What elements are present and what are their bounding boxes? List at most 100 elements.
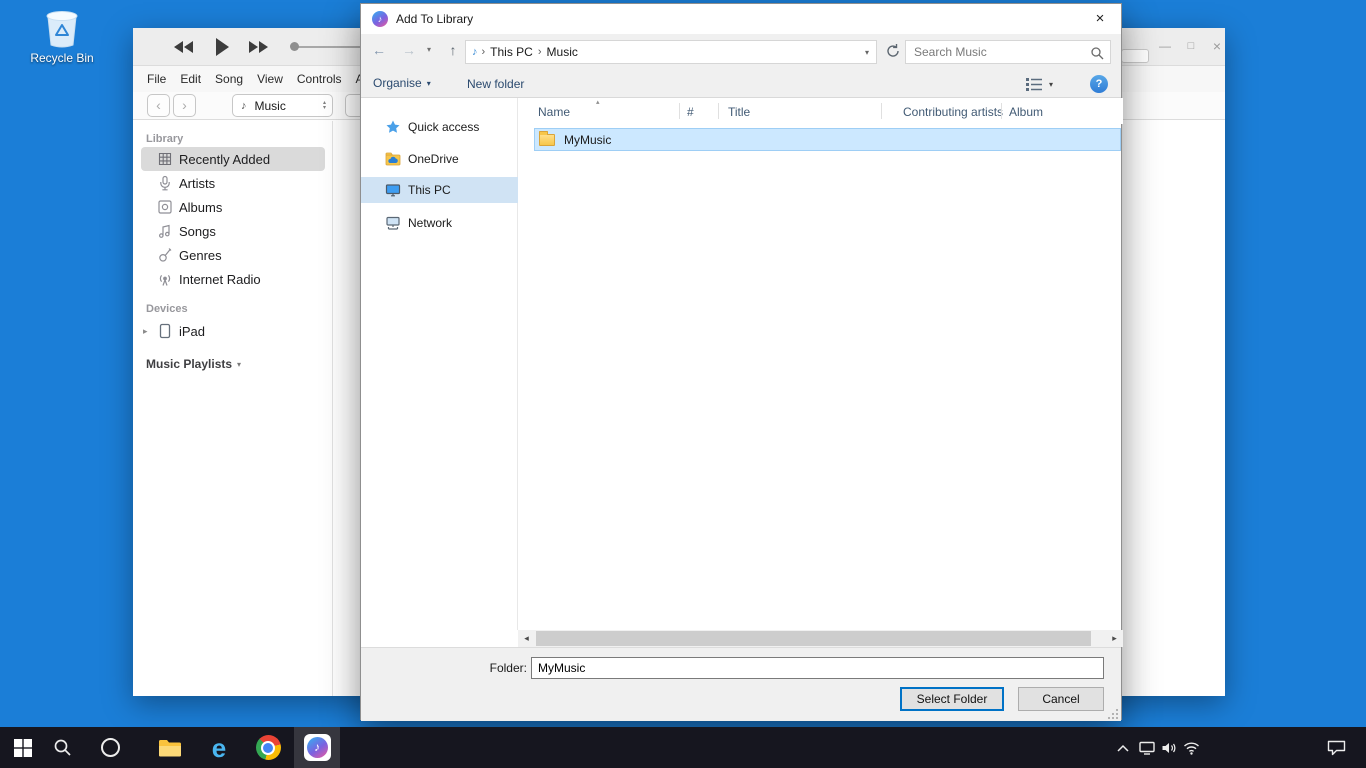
itunes-search-field-fragment[interactable] [1121,49,1149,63]
column-divider[interactable] [718,103,719,119]
view-dropdown-icon[interactable]: ▾ [1049,80,1053,89]
itunes-close-button[interactable]: × [1206,28,1228,65]
place-quick-access[interactable]: Quick access [361,114,518,140]
file-explorer-icon [158,738,182,758]
sidebar-item-label: Albums [179,200,222,215]
recent-locations-dropdown[interactable]: ▾ [423,45,435,54]
sort-ascending-icon: ▴ [596,98,600,106]
tray-network-button[interactable] [1180,727,1202,768]
chrome-button[interactable] [245,727,291,768]
change-view-button[interactable] [1025,77,1043,91]
scrollbar-thumb[interactable] [536,631,1091,646]
ipad-icon [157,323,173,339]
menu-item-controls[interactable]: Controls [297,72,342,86]
fast-forward-button[interactable] [248,40,270,54]
scroll-left-button[interactable]: ◂ [518,630,535,647]
horizontal-scrollbar[interactable]: ◂ ▸ [518,630,1123,647]
address-bar[interactable]: ♪ › This PC › Music ▾ [465,40,877,64]
radio-tower-icon [157,271,173,287]
column-divider[interactable] [1001,103,1002,119]
place-network[interactable]: Network [361,210,518,236]
tray-volume-button[interactable] [1158,727,1180,768]
dialog-title: Add To Library [396,12,473,26]
place-this-pc[interactable]: This PC [361,177,518,203]
refresh-button[interactable] [885,43,901,59]
column-header-album[interactable]: Album [1009,105,1043,119]
sidebar-item-genres[interactable]: Genres [141,243,325,267]
sidebar-item-songs[interactable]: Songs [141,219,325,243]
action-center-button[interactable] [1314,727,1358,768]
breadcrumb-this-pc[interactable]: This PC [485,45,538,59]
search-input[interactable] [906,41,1110,63]
dialog-titlebar[interactable]: ♪ Add To Library × [361,4,1121,34]
volume-slider-knob[interactable] [290,42,299,51]
library-header: Library [146,133,183,145]
network-icon [385,215,401,231]
sidebar-item-ipad[interactable]: ▸ iPad [141,319,325,343]
cancel-button[interactable]: Cancel [1018,687,1104,711]
computer-icon [385,182,401,198]
itunes-taskbar-button[interactable]: ♪ [294,727,340,768]
search-icon[interactable] [1090,46,1104,60]
play-button[interactable] [214,37,230,57]
grid-icon [157,151,173,167]
file-explorer-button[interactable] [147,727,193,768]
select-folder-button[interactable]: Select Folder [900,687,1004,711]
folder-name-input[interactable] [531,657,1104,679]
column-divider[interactable] [679,103,680,119]
menu-item-file[interactable]: File [147,72,166,86]
menu-item-song[interactable]: Song [215,72,243,86]
tray-display-button[interactable] [1136,727,1158,768]
itunes-icon: ♪ [304,734,331,761]
media-picker[interactable]: ♪ Music ▴▾ [232,94,333,117]
onedrive-icon [385,151,401,167]
sidebar-item-internet-radio[interactable]: Internet Radio [141,267,325,291]
column-header-name[interactable]: Name [538,105,570,119]
organise-menu-button[interactable]: Organise ▾ [373,76,431,90]
search-box[interactable] [905,40,1111,64]
itunes-forward-button[interactable]: › [173,94,196,117]
breadcrumb-music[interactable]: Music [542,45,583,59]
recycle-bin-icon[interactable]: Recycle Bin [27,8,97,65]
menu-item-view[interactable]: View [257,72,283,86]
chevron-down-icon: ▾ [237,360,241,369]
windows-logo-icon [14,739,32,757]
itunes-minimize-button[interactable]: — [1154,28,1176,65]
up-button[interactable]: ↑ [445,42,461,58]
menu-item-edit[interactable]: Edit [180,72,201,86]
resize-grip[interactable] [1108,708,1119,719]
taskbar-search-button[interactable] [39,727,85,768]
music-playlists-header[interactable]: Music Playlists ▾ [146,357,241,371]
search-icon [53,738,72,757]
file-row-mymusic[interactable]: MyMusic [534,128,1121,151]
sidebar-item-artists[interactable]: Artists [141,171,325,195]
wifi-icon [1183,741,1200,755]
help-button[interactable]: ? [1090,75,1108,93]
back-button[interactable]: ← [369,42,389,58]
forward-button[interactable]: → [399,42,419,58]
itunes-sidebar: Library Recently Added Artists Albums So… [133,121,333,696]
scroll-right-button[interactable]: ▸ [1106,630,1123,647]
stepper-icon: ▴▾ [323,101,326,111]
column-header-title[interactable]: Title [728,105,750,119]
column-header-number[interactable]: # [687,105,694,119]
internet-explorer-button[interactable]: e [196,727,242,768]
folder-label: Folder: [457,661,527,675]
internet-explorer-icon: e [212,735,226,761]
volume-slider[interactable] [295,46,363,48]
column-divider[interactable] [881,103,882,119]
address-dropdown-icon[interactable]: ▾ [865,48,869,57]
dialog-close-button[interactable]: × [1079,4,1121,34]
new-folder-button[interactable]: New folder [467,77,524,91]
itunes-back-button[interactable]: ‹ [147,94,170,117]
sidebar-item-albums[interactable]: Albums [141,195,325,219]
sidebar-item-recently-added[interactable]: Recently Added [141,147,325,171]
cortana-button[interactable] [87,727,133,768]
add-to-library-dialog: ♪ Add To Library × ← → ▾ ↑ ♪ › This PC ›… [360,3,1122,720]
rewind-button[interactable] [172,40,194,54]
expand-arrow-icon[interactable]: ▸ [143,326,148,337]
place-onedrive[interactable]: OneDrive [361,146,518,172]
itunes-maximize-button[interactable]: □ [1180,28,1202,65]
show-hidden-icons-button[interactable] [1110,727,1136,768]
column-header-contributing-artists[interactable]: Contributing artists [903,105,1003,119]
